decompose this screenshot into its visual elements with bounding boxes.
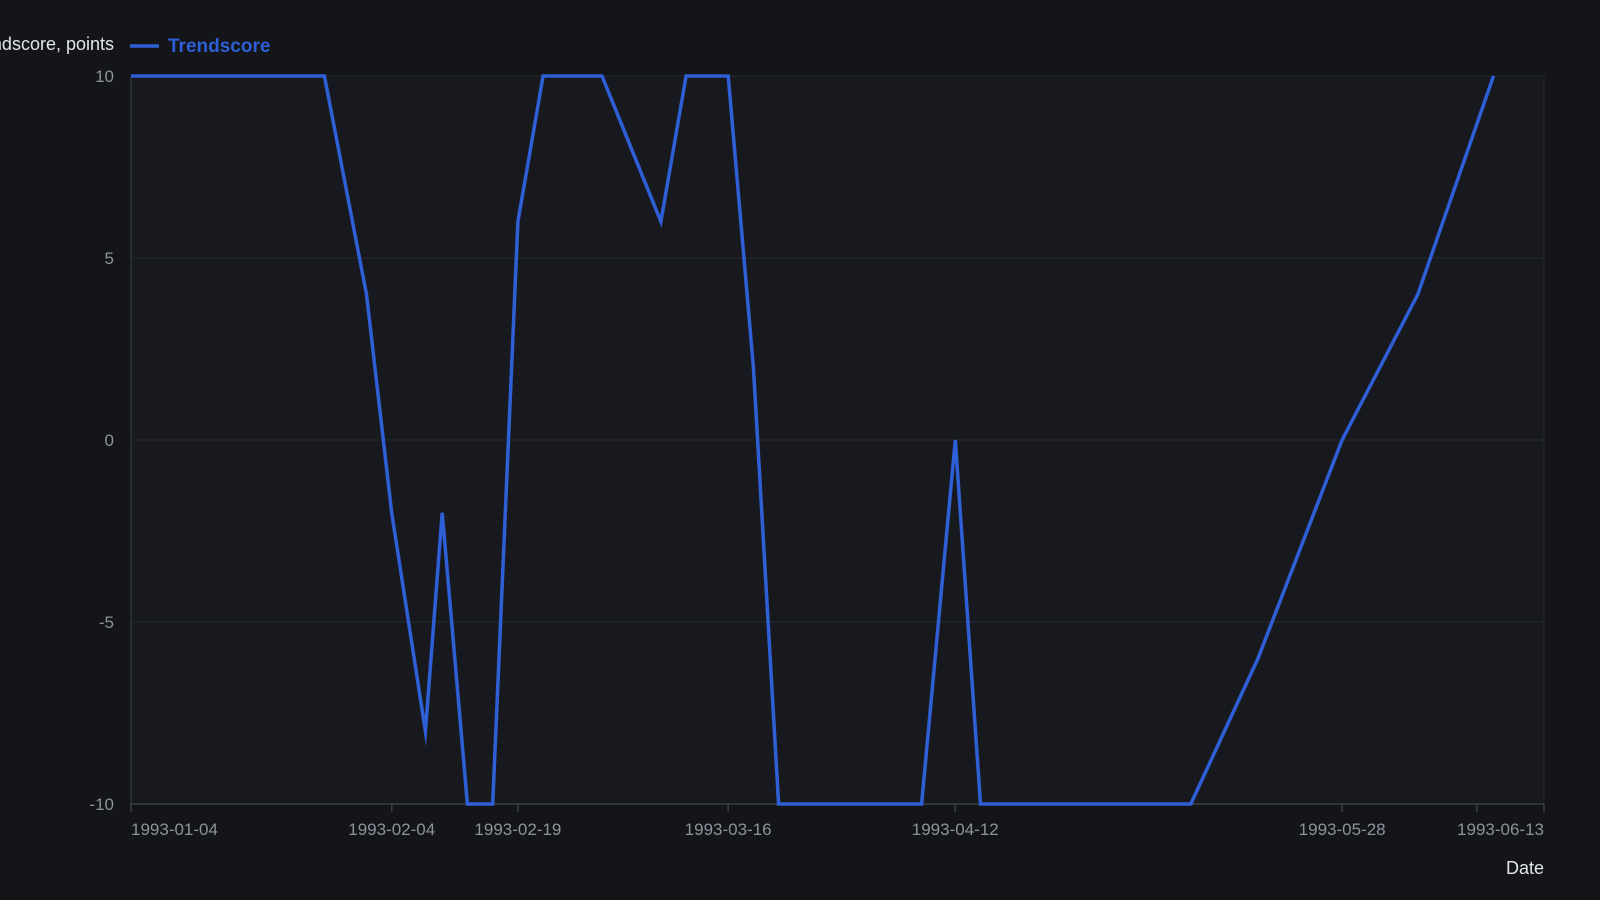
y-tick-label: 10 (95, 67, 114, 86)
y-tick-label: 0 (105, 431, 114, 450)
x-tick-label: 1993-02-04 (348, 820, 435, 839)
x-tick-label: 1993-06-13 (1457, 820, 1544, 839)
x-tick-label: 1993-05-28 (1299, 820, 1386, 839)
x-axis-title: Date (1506, 858, 1544, 878)
y-tick-label: -10 (89, 795, 114, 814)
x-tick-label: 1993-04-12 (912, 820, 999, 839)
x-tick-label: 1993-02-19 (474, 820, 561, 839)
x-tick-label: 1993-03-16 (685, 820, 772, 839)
y-axis-title: Trendscore, points (0, 34, 114, 54)
x-tick-label: 1993-01-04 (131, 820, 218, 839)
legend-label-trendscore: Trendscore (168, 36, 270, 57)
y-tick-label: 5 (105, 249, 114, 268)
y-tick-label: -5 (99, 613, 114, 632)
line-chart: 10 5 0 -5 -10 1993-01-04 1993-02-04 1993-02-19… (0, 0, 1600, 900)
